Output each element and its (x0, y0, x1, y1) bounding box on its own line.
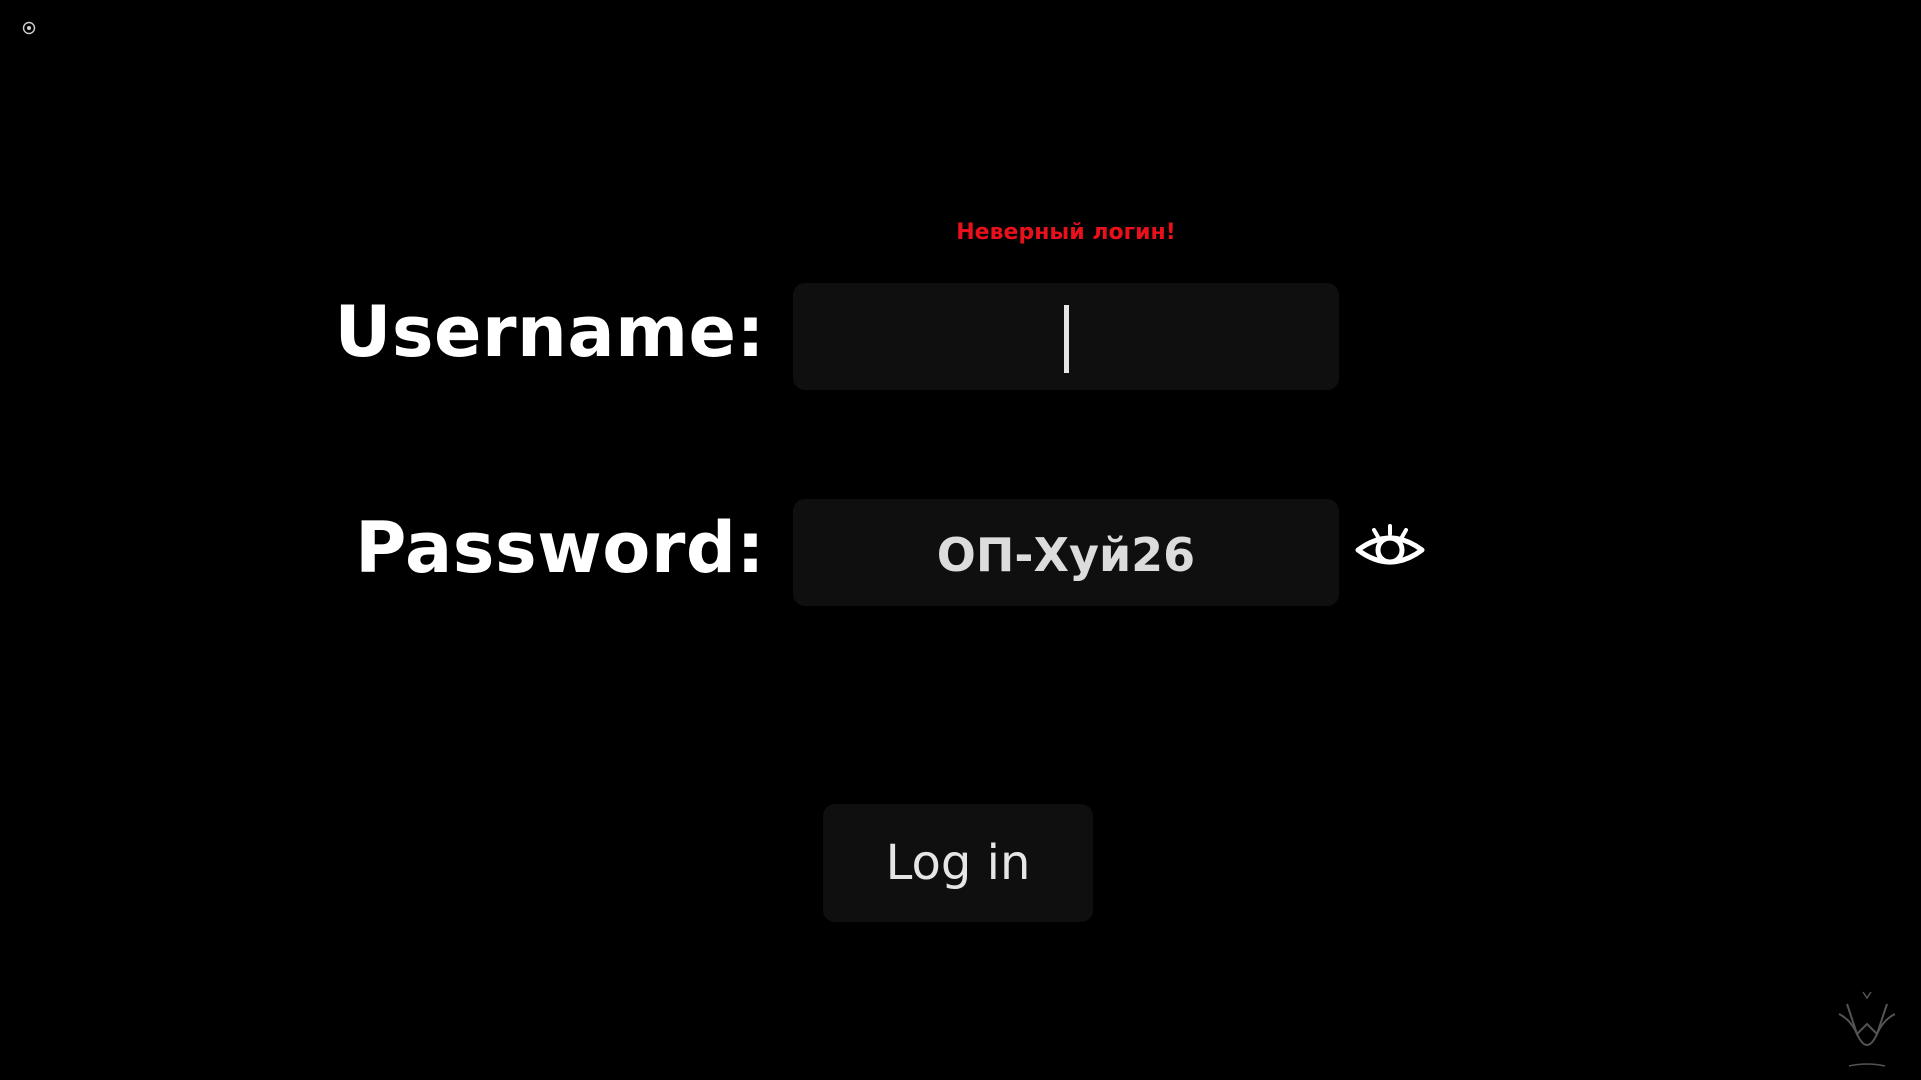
login-error-message: Неверный логин! (956, 220, 1176, 245)
eye-icon[interactable] (1354, 522, 1426, 572)
username-label: Username: (334, 291, 765, 373)
password-value: ОП-Хуй26 (936, 527, 1196, 582)
logo-watermark (1827, 984, 1907, 1074)
username-field[interactable] (793, 283, 1339, 390)
text-cursor (1063, 304, 1069, 373)
login-button-label: Log in (885, 835, 1031, 891)
password-field[interactable]: ОП-Хуй26 (793, 499, 1339, 606)
login-button[interactable]: Log in (823, 804, 1093, 922)
password-label: Password: (355, 507, 765, 589)
target-icon (22, 20, 36, 35)
